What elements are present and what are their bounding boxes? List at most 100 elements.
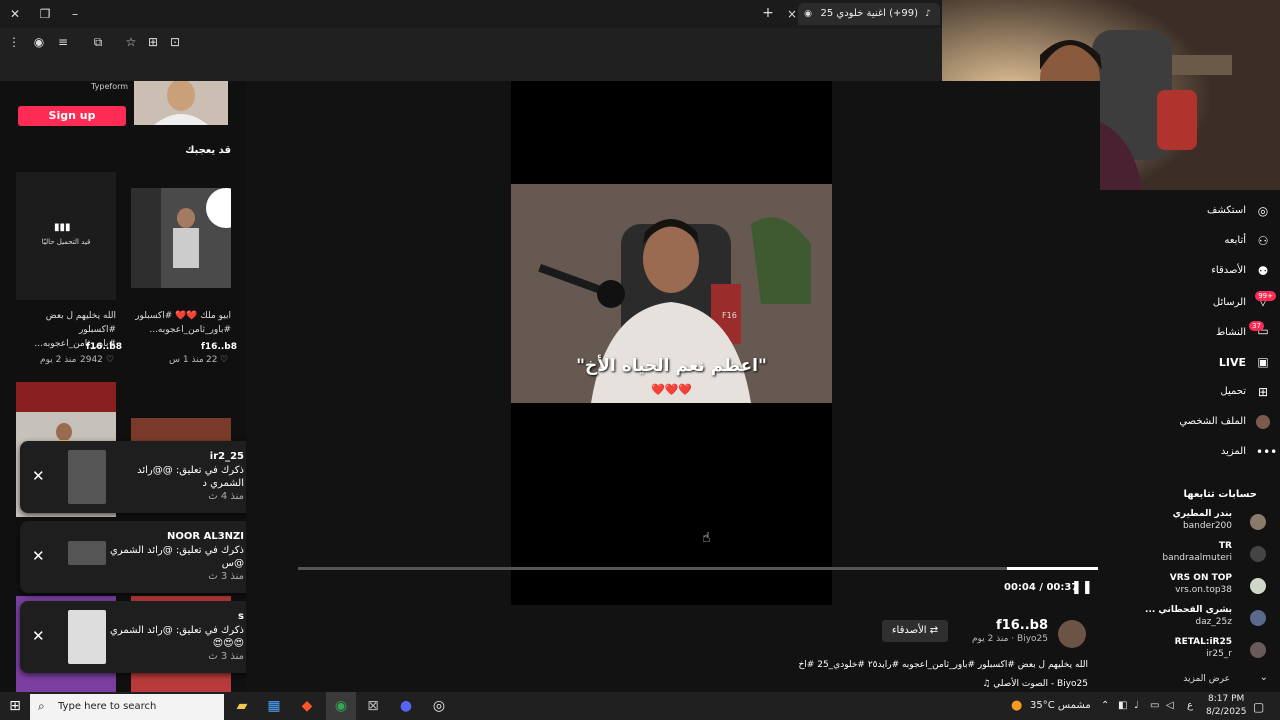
store-icon[interactable]: ▦ xyxy=(264,696,284,716)
sidebar-item-live[interactable]: ▣ LIVE xyxy=(1100,355,1280,377)
ad-brand: Typeform xyxy=(91,82,129,91)
pause-icon[interactable]: ❚❚ xyxy=(1071,580,1093,595)
close-window-icon[interactable]: ✕ xyxy=(7,7,23,21)
notification-text: ذكرك في تعليق: @رائد الشمري xyxy=(110,625,244,636)
video-caption[interactable]: ابيو ملك ❤️❤️ #اكسبلور #باور_ثامن_اعجوبه… xyxy=(133,309,231,337)
browser-toolbar: ⋮ ◉ ≡ ⧉ ☆ ⊞ ⊡ xyxy=(0,28,942,56)
author-name[interactable]: f16..b8 xyxy=(996,618,1048,633)
account-name: VRS ON TOP xyxy=(1169,573,1232,583)
restore-window-icon[interactable]: ❐ xyxy=(37,7,53,21)
tab-audio-icon[interactable]: ◉ xyxy=(800,7,816,21)
video-likes: 22 xyxy=(206,355,218,365)
menu-kebab-icon[interactable]: ⋮ xyxy=(6,35,22,49)
tray-chevron-icon[interactable]: ⌃ xyxy=(1101,700,1109,711)
sidebar-item-more[interactable]: ••• المزيد xyxy=(1100,445,1280,467)
taskbar-search[interactable]: ⌕ Type here to search xyxy=(30,694,224,720)
compass-icon: ◎ xyxy=(1257,204,1269,218)
translate-icon[interactable]: ⊞ xyxy=(145,35,161,49)
signup-button[interactable]: Sign up xyxy=(18,106,126,126)
sidebar-item-label: النشاط xyxy=(1215,327,1246,338)
close-icon[interactable]: ✕ xyxy=(32,467,45,485)
notification-text: @س xyxy=(221,558,244,569)
language-indicator[interactable]: ع xyxy=(1187,700,1193,711)
search-icon: ⌕ xyxy=(38,699,45,713)
video-description: الله يخليهم ل بعض #اكسبلور #باور_ثامن_اع… xyxy=(798,660,1089,670)
network-icon[interactable]: ▭ xyxy=(1150,700,1159,711)
video-thumbnail[interactable] xyxy=(131,188,231,288)
bookmark-star-icon[interactable]: ☆ xyxy=(123,35,139,49)
following-account[interactable]: RETAL:iR25 ir25_r xyxy=(1100,636,1280,664)
file-explorer-icon[interactable]: ▰ xyxy=(232,696,252,716)
clock-time[interactable]: 8:17 PM xyxy=(1208,694,1244,704)
weather-text[interactable]: 35°C مشمس xyxy=(1030,700,1091,711)
chrome-icon[interactable]: ◉ xyxy=(331,696,351,716)
sidebar-item-following[interactable]: ⚇ أتابعه xyxy=(1100,234,1280,256)
clock-date[interactable]: 8/2/2025 xyxy=(1206,707,1246,717)
account-name: TR xyxy=(1218,541,1232,551)
live-icon: ▣ xyxy=(1257,355,1269,369)
following-title: حسابات تتابعها xyxy=(1183,489,1257,500)
profile-icon[interactable]: ◉ xyxy=(31,35,47,49)
notification-time: منذ 4 ث xyxy=(208,491,244,502)
author-handle-age: Biyo25 · منذ 2 يوم xyxy=(971,634,1048,644)
ad-thumbnail[interactable] xyxy=(134,81,228,125)
sidebar-item-profile[interactable]: الملف الشخصي xyxy=(1100,415,1280,437)
volume-icon[interactable]: ◁ xyxy=(1166,700,1174,711)
sound-link[interactable]: ♫ الصوت الأصلي - Biyo25 xyxy=(982,679,1088,689)
obs-icon[interactable]: ◎ xyxy=(429,696,449,716)
avatar xyxy=(1250,514,1266,530)
discord-icon[interactable]: ● xyxy=(396,696,416,716)
tab-close-icon[interactable]: × xyxy=(784,7,800,21)
video-author[interactable]: f16..b8 xyxy=(201,342,237,352)
sidebar-item-explore[interactable]: ◎ استكشف xyxy=(1100,204,1280,226)
account-handle: bandraalmuteri xyxy=(1162,553,1232,563)
microphone-icon[interactable]: ♩ xyxy=(1134,700,1139,711)
new-tab-icon[interactable]: + xyxy=(760,6,776,20)
brave-icon[interactable]: ◆ xyxy=(297,696,317,716)
author-avatar[interactable] xyxy=(1058,620,1086,648)
sidebar-item-upload[interactable]: ⊞ تحميل xyxy=(1100,385,1280,407)
see-more-link[interactable]: عرض المزيد xyxy=(1183,674,1230,684)
profile-icon xyxy=(1256,415,1270,429)
avatar xyxy=(1250,642,1266,658)
notification-center-icon[interactable]: ▢ xyxy=(1253,700,1264,714)
install-app-icon[interactable]: ⊡ xyxy=(167,35,183,49)
video-author[interactable]: f16..b8 xyxy=(86,342,122,352)
video-frame[interactable]: "اعظم نعم الحياه الأخ" ❤️❤️❤️ F16 xyxy=(511,184,832,403)
video-progress-bar[interactable] xyxy=(298,567,1098,570)
sidebar-item-label: تحميل xyxy=(1220,386,1246,397)
sidebar-item-label: LIVE xyxy=(1218,356,1246,369)
following-account[interactable]: VRS ON TOP vrs.on.top38 xyxy=(1100,572,1280,600)
video-thumbnail-loading[interactable]: ▮▮▮ قيد التحميل حاليًا xyxy=(16,172,116,300)
friends-button[interactable]: ⇄ الأصدقاء xyxy=(882,620,948,642)
video-age: منذ 1 س xyxy=(169,355,204,365)
video-watermark: F16 xyxy=(722,311,737,320)
close-icon[interactable]: ✕ xyxy=(32,547,45,565)
notification-text: ذكرك في تعليق: @رائد الشمري xyxy=(110,545,244,556)
chevron-down-icon[interactable]: ⌄ xyxy=(1260,672,1268,683)
activity-badge: 37 xyxy=(1249,321,1264,331)
following-account[interactable]: بندر المطيري bander200 xyxy=(1100,508,1280,536)
active-tab[interactable]: × ◉ (99+) أغنية خلودي 25 أعظم ♪ xyxy=(787,3,940,25)
account-handle: ir25_r xyxy=(1206,649,1232,659)
sidebar-item-messages[interactable]: ▽ الرسائل 99+ xyxy=(1100,291,1280,316)
notification-time: منذ 3 ث xyxy=(208,571,244,582)
avatar xyxy=(1250,610,1266,626)
video-overlay-text: "اعظم نعم الحياه الأخ" xyxy=(576,356,767,376)
sidebar-item-label: أتابعه xyxy=(1224,235,1246,246)
notification-user: ir2_25 xyxy=(209,451,244,462)
heart-outline-icon: ♡ xyxy=(106,355,115,365)
windows-start-icon[interactable]: ⊞ xyxy=(5,696,25,716)
tray-app-icon[interactable]: ◧ xyxy=(1118,700,1127,711)
following-account[interactable]: بشرى القحطاني ... daz_25z xyxy=(1100,604,1280,632)
sidebar-item-friends[interactable]: ⚉ الأصدقاء xyxy=(1100,264,1280,286)
following-account[interactable]: TR bandraalmuteri xyxy=(1100,540,1280,568)
app-icon[interactable]: ⊠ xyxy=(363,696,383,716)
extensions-icon[interactable]: ⧉ xyxy=(90,35,106,49)
notification-time: منذ 3 ث xyxy=(208,651,244,662)
minimize-window-icon[interactable]: – xyxy=(67,7,83,21)
account-handle: vrs.on.top38 xyxy=(1175,585,1232,595)
media-control-icon[interactable]: ≡ xyxy=(55,35,71,49)
sidebar-item-activity[interactable]: ▭ النشاط 37 xyxy=(1100,321,1280,346)
close-icon[interactable]: ✕ xyxy=(32,627,45,645)
